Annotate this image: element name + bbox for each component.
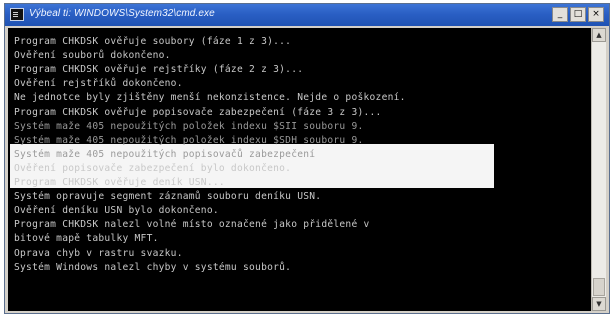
scroll-down-icon[interactable]: ▼	[592, 297, 606, 311]
window-controls: _ □ ×	[552, 7, 604, 22]
console-line: Program CHKDSK ověřuje rejstříky (fáze 2…	[14, 64, 304, 76]
console-line: Systém Windows nalezl chyby v systému so…	[14, 261, 292, 273]
minimize-button[interactable]: _	[552, 7, 568, 22]
console-line: Ověření popisovače zabezpečení bylo doko…	[14, 162, 292, 174]
console-line: Program CHKDSK ověřuje popisovače zabezp…	[14, 106, 382, 118]
title-bar[interactable]: Výbeal ti: WINDOWS\System32\cmd.exe _ □ …	[5, 4, 609, 26]
console-line: Program CHKDSK nalezl volné místo označe…	[14, 219, 370, 231]
console-line: Ověření deníku USN bylo dokončeno.	[14, 205, 219, 217]
vertical-scrollbar[interactable]: ▲ ▼	[591, 28, 606, 311]
console-line: bitové mapě tabulky MFT.	[14, 233, 159, 245]
console-icon	[10, 8, 24, 21]
console-window: Výbeal ti: WINDOWS\System32\cmd.exe _ □ …	[4, 3, 610, 314]
maximize-button[interactable]: □	[570, 7, 586, 22]
console-line: Systém opravuje segment záznamů souboru …	[14, 191, 322, 203]
scroll-up-icon[interactable]: ▲	[592, 28, 606, 42]
console-line: Systém maže 405 nepoužitých popisovačů z…	[14, 148, 316, 160]
console-line: Ne jednotce byly zjištěny menší nekonzis…	[14, 92, 406, 104]
console-line: Program CHKDSK ověřuje deník USN...	[14, 177, 225, 188]
console-line: Systém maže 405 nepoužitých položek inde…	[14, 120, 364, 132]
console-line: Ověření rejstříků dokončeno.	[14, 78, 183, 90]
close-button[interactable]: ×	[588, 7, 604, 22]
console-output[interactable]: Program CHKDSK ověřuje soubory (fáze 1 z…	[8, 28, 592, 311]
console-line: Ověření souborů dokončeno.	[14, 50, 171, 62]
console-line: Oprava chyb v rastru svazku.	[14, 247, 183, 259]
window-title: Výbeal ti: WINDOWS\System32\cmd.exe	[29, 8, 215, 19]
scroll-thumb[interactable]	[593, 278, 605, 296]
console-line: Program CHKDSK ověřuje soubory (fáze 1 z…	[14, 36, 292, 47]
console-line: Systém maže 405 nepoužitých položek inde…	[14, 134, 364, 146]
